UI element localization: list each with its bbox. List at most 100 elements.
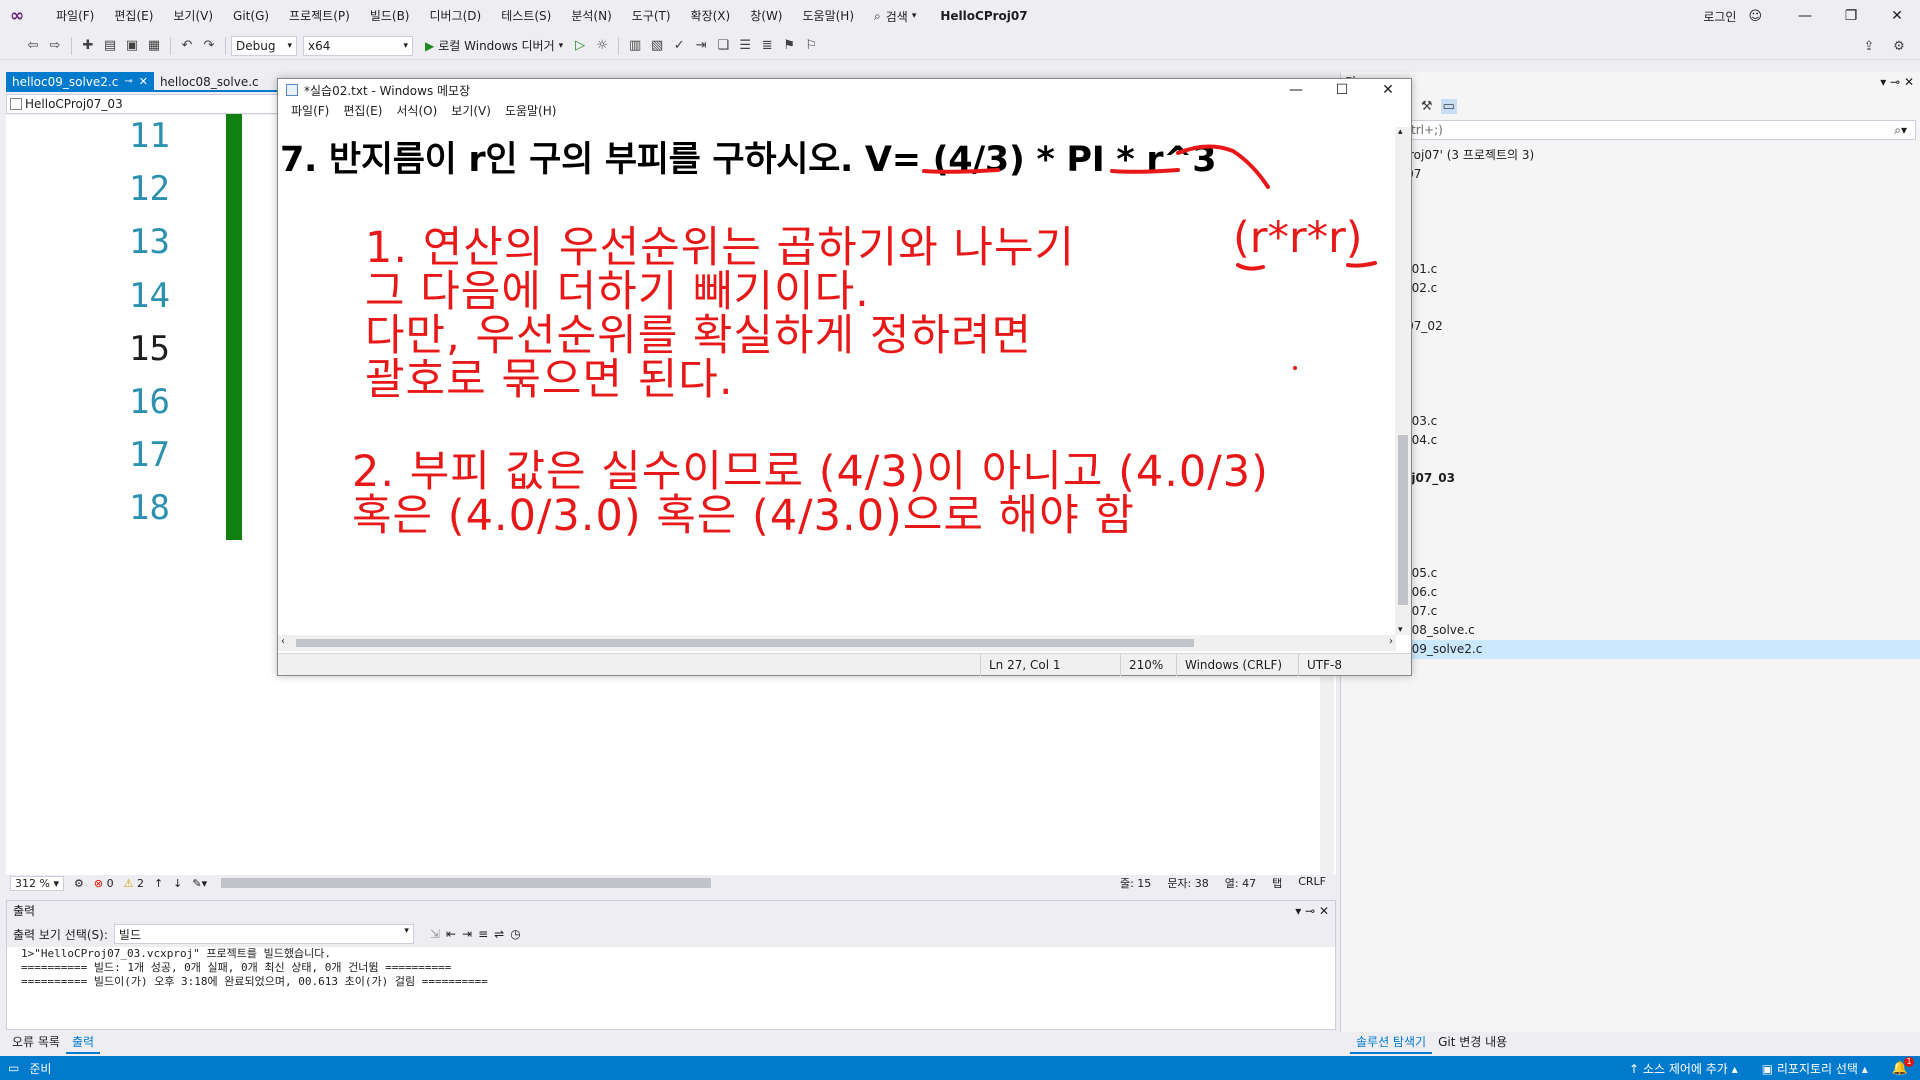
prev-message-icon[interactable]: ⇤ — [446, 927, 456, 941]
step-icon[interactable]: ⇥ — [690, 35, 712, 57]
tree-file-item[interactable]: helloc04.c — [1341, 431, 1920, 450]
scroll-left-icon[interactable]: ‹ — [281, 636, 285, 647]
add-source-control-button[interactable]: ↑ 소스 제어에 추가 ▴ — [1629, 1060, 1738, 1077]
notepad-minimize-button[interactable]: — — [1273, 79, 1319, 101]
spellcheck-icon[interactable]: ✓ — [668, 35, 690, 57]
notepad-menu-item-2[interactable]: 서식(O) — [389, 101, 444, 121]
menu-item-12[interactable]: 도움말(H) — [793, 0, 865, 32]
solution-search-input[interactable]: 색기 검색(Ctrl+;) ⌕▾ — [1345, 120, 1916, 140]
dropdown-icon[interactable]: ▾ — [1880, 75, 1886, 89]
tree-file-item[interactable]: helloc01.c — [1341, 260, 1920, 279]
preview-icon[interactable]: ▭ — [1440, 98, 1457, 114]
next-message-icon[interactable]: ⇥ — [462, 927, 472, 941]
tree-node-item[interactable]: 소스 파일 — [1341, 241, 1920, 260]
editor-horizontal-scrollbar[interactable] — [221, 878, 712, 888]
notepad-text-area[interactable]: 7. 반지름이 r인 구의 부피를 구하시오. V= (4/3) * PI * … — [278, 127, 1396, 653]
notepad-menu-item-0[interactable]: 파일(F) — [284, 101, 336, 121]
tree-node-item[interactable]: 참조 — [1341, 184, 1920, 203]
scroll-right-icon[interactable]: › — [1389, 636, 1393, 647]
tree-node-item[interactable]: 헤더 파일 — [1341, 450, 1920, 469]
health-icon[interactable]: ⚙ — [74, 877, 84, 890]
notepad-vertical-thumb[interactable] — [1398, 435, 1408, 605]
tree-file-item[interactable]: helloc09_solve2.c — [1341, 640, 1920, 659]
menu-item-10[interactable]: 확장(X) — [681, 0, 741, 32]
tree-node-item[interactable]: 외부 종속성 — [1341, 355, 1920, 374]
tab-output[interactable]: 출력 — [65, 1030, 101, 1054]
close-icon[interactable]: ✕ — [1904, 75, 1914, 89]
solution-folder-icon[interactable]: ▥ — [624, 35, 646, 57]
notification-bell-icon[interactable]: 🔔 1 — [1892, 1056, 1914, 1076]
clear-all-icon[interactable]: ≡ — [478, 927, 488, 941]
notepad-horizontal-thumb[interactable] — [296, 639, 1194, 647]
layout-icon[interactable]: ▧ — [646, 35, 668, 57]
new-project-icon[interactable]: ✚ — [77, 35, 99, 57]
tree-file-item[interactable]: helloc07.c — [1341, 602, 1920, 621]
open-folder-icon[interactable]: ▤ — [99, 35, 121, 57]
arrow-up-icon[interactable]: ↑ — [154, 877, 163, 890]
tree-node-item[interactable]: HelloCProj07_02 — [1341, 317, 1920, 336]
tree-node-item[interactable]: 외부 종속성 — [1341, 507, 1920, 526]
pin-icon[interactable]: ⊸ — [1305, 904, 1315, 918]
properties-icon[interactable]: ⚒ — [1421, 99, 1433, 114]
tree-node-item[interactable]: HelloCProj07_03 — [1341, 469, 1920, 488]
zoom-select[interactable]: 312 % ▾ — [10, 875, 64, 891]
config-select[interactable]: Debug ▾ — [231, 35, 297, 56]
tab-helloc08-solve[interactable]: helloc08_solve.c — [154, 72, 265, 92]
menu-item-3[interactable]: Git(G) — [223, 0, 279, 32]
word-wrap-icon[interactable]: ⇌ — [494, 927, 504, 941]
save-icon[interactable]: ▣ — [121, 35, 143, 57]
output-text[interactable]: 1>"HelloCProj07_03.vcxproj" 프로젝트를 빌드했습니다… — [7, 947, 1335, 1007]
find-message-icon[interactable]: ⇲ — [430, 927, 440, 941]
notepad-window[interactable]: *실습02.txt - Windows 메모장 — ☐ ✕ 파일(F) 편집(E)… — [277, 78, 1412, 676]
forward-icon[interactable]: ⇨ — [44, 35, 66, 57]
tab-solution-explorer[interactable]: 솔루션 탐색기 — [1350, 1030, 1433, 1054]
maximize-button[interactable]: ❐ — [1828, 0, 1874, 32]
tree-node-item[interactable]: 헤더 파일 — [1341, 298, 1920, 317]
tree-file-item[interactable]: helloc08_solve.c — [1341, 621, 1920, 640]
tree-file-item[interactable]: helloc02.c — [1341, 279, 1920, 298]
close-button[interactable]: ✕ — [1874, 0, 1920, 32]
notepad-maximize-button[interactable]: ☐ — [1319, 79, 1365, 101]
tree-file-item[interactable]: helloc06.c — [1341, 583, 1920, 602]
tab-error-list[interactable]: 오류 목록 — [6, 1030, 66, 1054]
menu-item-4[interactable]: 프로젝트(P) — [279, 0, 360, 32]
notepad-close-button[interactable]: ✕ — [1365, 79, 1411, 101]
bookmark-next-icon[interactable]: ⚐ — [800, 35, 822, 57]
notepad-vertical-scrollbar[interactable]: ▴ ▾ — [1395, 127, 1411, 635]
minimize-button[interactable]: — — [1782, 0, 1828, 32]
settings-icon[interactable]: ⚙ — [1888, 35, 1910, 57]
close-tab-icon[interactable]: ✕ — [139, 72, 148, 92]
pin-icon[interactable]: ⊸ — [1890, 75, 1900, 89]
tree-node-item[interactable]: 헤더 파일 — [1341, 659, 1920, 678]
tree-node-item[interactable]: 리소스 파일 — [1341, 222, 1920, 241]
menu-item-7[interactable]: 테스트(S) — [491, 0, 561, 32]
clock-icon[interactable]: ◷ — [510, 927, 520, 941]
indent-icon[interactable]: ☰ — [734, 35, 756, 57]
tree-node-item[interactable]: 션 'HelloCProj07' (3 프로젝트의 3) — [1341, 146, 1920, 165]
tree-node-item[interactable]: 소스 파일 — [1341, 545, 1920, 564]
vs-search-button[interactable]: ⌕ 검색 ▾ — [864, 8, 926, 25]
redo-icon[interactable]: ↷ — [198, 35, 220, 57]
bookmark-icon[interactable]: ⚑ — [778, 35, 800, 57]
menu-item-0[interactable]: 파일(F) — [46, 0, 104, 32]
login-button[interactable]: 로그인 — [1703, 8, 1736, 25]
share-icon[interactable]: ⇪ — [1858, 35, 1880, 57]
close-icon[interactable]: ✕ — [1319, 904, 1329, 918]
menu-item-8[interactable]: 분석(N) — [561, 0, 621, 32]
feedback-icon[interactable]: ☺ — [1748, 9, 1762, 24]
select-repository-button[interactable]: ▣ 리포지토리 선택 ▴ — [1762, 1060, 1868, 1077]
dropdown-icon[interactable]: ▾ — [1295, 904, 1301, 918]
notepad-titlebar[interactable]: *실습02.txt - Windows 메모장 — ☐ ✕ — [278, 79, 1411, 101]
brush-icon[interactable]: ✎▾ — [192, 877, 207, 890]
tab-helloc09-solve2[interactable]: helloc09_solve2.c ⊸ ✕ — [6, 72, 154, 92]
menu-item-2[interactable]: 보기(V) — [163, 0, 223, 32]
pin-icon[interactable]: ⊸ — [124, 72, 132, 92]
back-icon[interactable]: ⇦ — [22, 35, 44, 57]
menu-item-6[interactable]: 디버그(D) — [420, 0, 492, 32]
scroll-down-icon[interactable]: ▾ — [1398, 625, 1403, 635]
arrow-down-icon[interactable]: ↓ — [173, 877, 182, 890]
tree-node-item[interactable]: 외부 종속성 — [1341, 203, 1920, 222]
menu-item-1[interactable]: 편집(E) — [104, 0, 163, 32]
platform-select[interactable]: x64 ▾ — [303, 35, 413, 56]
menu-item-5[interactable]: 빌드(B) — [360, 0, 420, 32]
